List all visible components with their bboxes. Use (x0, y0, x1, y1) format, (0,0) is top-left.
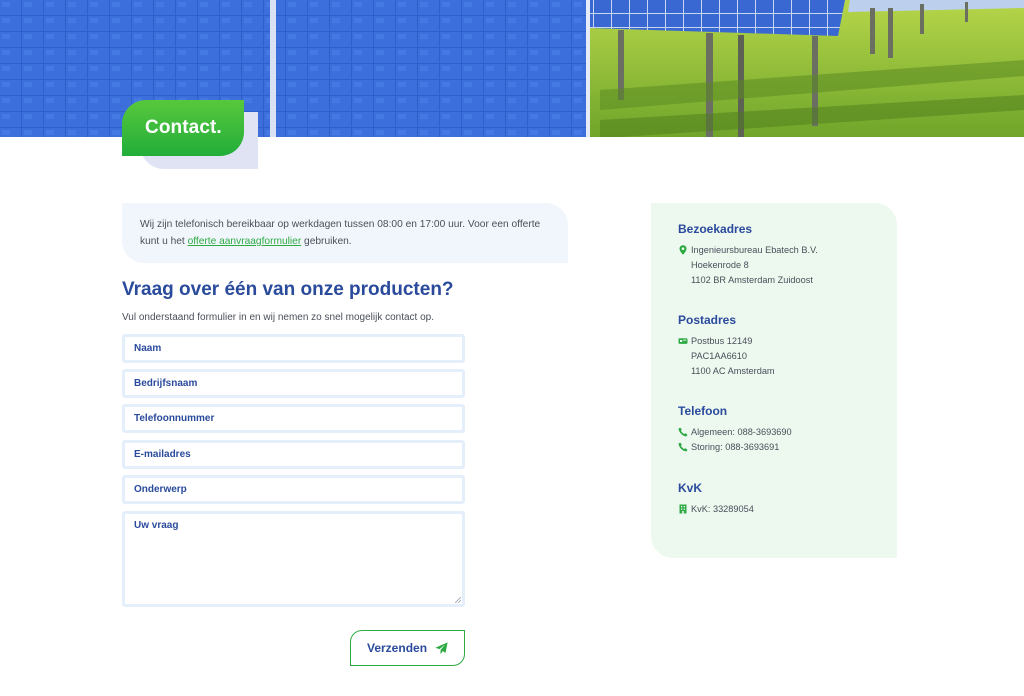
name-placeholder: Naam (134, 343, 162, 354)
postal-address-heading: Postadres (678, 313, 737, 327)
visit-address-line: Hoekenrode 8 (691, 260, 749, 270)
form-title: Vraag over één van onze producten? (122, 279, 454, 300)
quote-request-link[interactable]: offerte aanvraagformulier (188, 236, 302, 247)
submit-button[interactable]: Verzenden (350, 630, 465, 666)
question-placeholder: Uw vraag (134, 520, 179, 531)
name-field[interactable]: Naam (122, 334, 465, 363)
phone-outage-link[interactable]: Storing: 088-3693691 (691, 442, 779, 452)
visit-address-line: Ingenieursbureau Ebatech B.V. (691, 245, 818, 255)
email-field[interactable]: E-mailadres (122, 440, 465, 469)
info-notice: Wij zijn telefonisch bereikbaar op werkd… (122, 203, 568, 263)
postal-address-line: PAC1AA6610 (691, 351, 748, 361)
map-pin-icon (679, 245, 687, 255)
phone-general-link[interactable]: Algemeen: 088-3693690 (691, 427, 792, 437)
subject-field[interactable]: Onderwerp (122, 475, 465, 504)
submit-label: Verzenden (367, 641, 428, 655)
send-icon (435, 642, 448, 655)
postal-address-line: Postbus 12149 (691, 336, 753, 346)
resize-grip-icon[interactable] (455, 597, 461, 603)
page-title: Contact. (145, 117, 222, 138)
phone-icon (678, 442, 688, 452)
form-intro: Vul onderstaand formulier in en wij neme… (122, 312, 435, 323)
building-icon (679, 504, 687, 514)
postal-address-line: 1100 AC Amsterdam (691, 366, 775, 376)
page-title-badge: Contact. (122, 100, 244, 156)
question-textarea[interactable]: Uw vraag (122, 511, 465, 607)
notice-text-after: gebruiken. (301, 236, 352, 247)
email-placeholder: E-mailadres (134, 449, 191, 460)
visit-address-line: 1102 BR Amsterdam Zuidoost (691, 275, 813, 285)
phone-heading: Telefoon (678, 404, 728, 418)
subject-placeholder: Onderwerp (134, 484, 187, 495)
phone-placeholder: Telefoonnummer (134, 413, 215, 424)
visit-address-heading: Bezoekadres (678, 222, 753, 236)
contact-info-card: Bezoekadres Ingenieursbureau Ebatech B.V… (651, 203, 897, 558)
kvk-heading: KvK (678, 481, 703, 495)
company-placeholder: Bedrijfsnaam (134, 378, 198, 389)
company-field[interactable]: Bedrijfsnaam (122, 369, 465, 398)
phone-icon (678, 427, 688, 437)
kvk-number: KvK: 33289054 (691, 504, 754, 514)
phone-field[interactable]: Telefoonnummer (122, 404, 465, 433)
mailbox-icon (678, 338, 688, 344)
